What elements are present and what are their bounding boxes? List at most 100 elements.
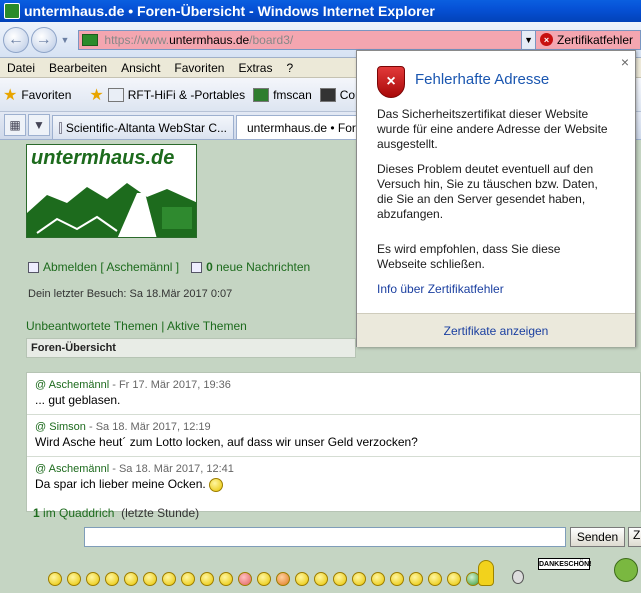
- danke-sign[interactable]: DANKESCHÖN!: [538, 558, 592, 570]
- ie-app-icon: [4, 3, 20, 19]
- forward-button[interactable]: →: [30, 26, 57, 53]
- exclamation-smiley-icon[interactable]: [390, 572, 404, 586]
- smiley-icon[interactable]: [200, 572, 214, 586]
- post-author[interactable]: Aschemännl: [49, 379, 110, 391]
- smiley-icon[interactable]: [352, 572, 366, 586]
- new-messages-count: 0: [206, 260, 213, 274]
- url-scheme: https://www.: [104, 32, 170, 47]
- smiley-icon[interactable]: [124, 572, 138, 586]
- arrow-smiley-icon[interactable]: [428, 572, 442, 586]
- menu-extras[interactable]: Extras: [231, 61, 279, 75]
- smiley-icon[interactable]: [162, 572, 176, 586]
- menu-help[interactable]: ?: [279, 61, 300, 75]
- smiley-icon[interactable]: [276, 572, 290, 586]
- send-button[interactable]: Senden: [570, 527, 625, 547]
- message-icon: [191, 261, 203, 273]
- post-text: Da spar ich lieber meine Ocken.: [35, 477, 206, 491]
- wink-smiley-icon: [209, 477, 224, 492]
- quick-tabs-button[interactable]: ▦: [4, 114, 26, 136]
- menu-datei[interactable]: Datei: [0, 61, 42, 75]
- tab-untermhaus[interactable]: untermhaus.de • Foren...: [236, 115, 372, 139]
- forward-arrow-icon: →: [35, 30, 52, 48]
- online-location-link[interactable]: im Quaddrich: [43, 506, 114, 520]
- reply-at-link[interactable]: @: [35, 421, 46, 433]
- new-messages-link[interactable]: neue Nachrichten: [216, 260, 310, 274]
- favorites-label: Favoriten: [21, 87, 72, 102]
- history-dropdown-icon[interactable]: ▼: [61, 35, 73, 45]
- post-date: - Sa 18. Mär 2017, 12:19: [88, 421, 211, 433]
- menu-favoriten[interactable]: Favoriten: [167, 61, 231, 75]
- post-text: ... gut geblasen.: [35, 393, 121, 407]
- smiley-icon[interactable]: [219, 572, 233, 586]
- back-arrow-icon: ←: [7, 30, 24, 48]
- figure-smiley-icon[interactable]: [512, 570, 524, 584]
- smiley-icon[interactable]: [257, 572, 271, 586]
- address-dropdown-button[interactable]: ▼: [522, 29, 536, 50]
- online-count: 1: [33, 506, 40, 520]
- unanswered-topics-link[interactable]: Unbeantwortete Themen: [26, 319, 158, 333]
- forum-overview-link[interactable]: Foren-Übersicht: [31, 342, 116, 354]
- smiley-icon[interactable]: [67, 572, 81, 586]
- certificate-error-popup: × × Fehlerhafte Adresse Das Sicherheitsz…: [356, 50, 636, 347]
- question-smiley-icon[interactable]: [371, 572, 385, 586]
- smiley-icon[interactable]: [295, 572, 309, 586]
- back-button[interactable]: ←: [3, 26, 29, 53]
- favorite-item-fmscan[interactable]: fmscan: [253, 87, 312, 102]
- window-titlebar: untermhaus.de • Foren-Übersicht - Window…: [0, 0, 641, 22]
- idea-smiley-icon[interactable]: [409, 572, 423, 586]
- add-favorite-icon[interactable]: ★: [89, 85, 103, 105]
- tab-list-button[interactable]: ▼: [28, 114, 50, 136]
- url-path: /board3/: [249, 32, 294, 47]
- smiley-bar: [48, 572, 485, 586]
- favorite-item-rft[interactable]: RFT-HiFi & -Portables: [107, 87, 246, 102]
- site-favicon-icon: [82, 33, 99, 46]
- logout-link[interactable]: Abmelden [ Aschemännl ]: [43, 260, 179, 274]
- smiley-icon[interactable]: [314, 572, 328, 586]
- chevron-down-icon: ▼: [524, 34, 533, 45]
- reply-at-link[interactable]: @: [35, 379, 46, 391]
- smiley-icon[interactable]: [447, 572, 461, 586]
- favorites-button[interactable]: ★ Favoriten: [3, 85, 71, 105]
- smiley-icon[interactable]: [143, 572, 157, 586]
- reply-at-link[interactable]: @: [35, 463, 46, 475]
- certificate-info-link[interactable]: Info über Zertifikatfehler: [377, 282, 504, 296]
- frog-smiley-icon[interactable]: [614, 558, 638, 582]
- online-period: (letzte Stunde): [121, 506, 200, 520]
- post-text: Wird Asche heut´ zum Lotto locken, auf d…: [35, 435, 418, 449]
- certificate-error-button[interactable]: × Zertifikatfehler: [535, 29, 641, 50]
- user-status-row: Abmelden [ Aschemännl ] 0 neue Nachricht…: [28, 260, 310, 274]
- logout-icon: [28, 261, 39, 273]
- popup-footer: Zertifikate anzeigen: [357, 313, 635, 347]
- smiley-icon[interactable]: [48, 572, 62, 586]
- list-item: @ Aschemännl - Fr 17. Mär 2017, 19:36 ..…: [27, 373, 640, 415]
- tab-label: Scientific-Altanta WebStar C...: [65, 120, 227, 135]
- list-item: @ Simson - Sa 18. Mär 2017, 12:19 Wird A…: [27, 415, 640, 457]
- menu-bearbeiten[interactable]: Bearbeiten: [42, 61, 114, 75]
- banana-smiley-icon[interactable]: [478, 560, 494, 586]
- grid-icon: ▦: [9, 118, 21, 132]
- online-users: 1 im Quaddrich (letzte Stunde): [33, 506, 199, 520]
- active-topics-link[interactable]: Aktive Themen: [167, 319, 247, 333]
- view-certificates-link[interactable]: Zertifikate anzeigen: [444, 324, 549, 338]
- smiley-icon[interactable]: [105, 572, 119, 586]
- forum-overview-breadcrumb: Foren-Übersicht: [26, 338, 356, 358]
- close-icon[interactable]: ×: [621, 54, 629, 70]
- post-author[interactable]: Simson: [49, 421, 86, 433]
- tab-label: untermhaus.de • Foren...: [247, 120, 372, 135]
- post-author[interactable]: Aschemännl: [49, 463, 110, 475]
- tab-scientific-atlanta[interactable]: Scientific-Altanta WebStar C...: [52, 115, 234, 139]
- star-icon: ★: [3, 86, 18, 104]
- smiley-icon[interactable]: [333, 572, 347, 586]
- comag-icon: [319, 87, 336, 102]
- menu-ansicht[interactable]: Ansicht: [114, 61, 167, 75]
- favorite-label-rft: RFT-HiFi & -Portables: [127, 87, 246, 102]
- site-logo[interactable]: untermhaus.de: [26, 144, 197, 238]
- chat-message-input[interactable]: [84, 527, 566, 547]
- smiley-icon[interactable]: [181, 572, 195, 586]
- smiley-icon[interactable]: [86, 572, 100, 586]
- fmscan-icon: [253, 87, 270, 102]
- address-bar[interactable]: https://www. untermhaus.de/board3/: [78, 29, 523, 50]
- smiley-icon[interactable]: [238, 572, 252, 586]
- logo-scene-image: [27, 173, 196, 237]
- z-button[interactable]: Z: [628, 527, 641, 547]
